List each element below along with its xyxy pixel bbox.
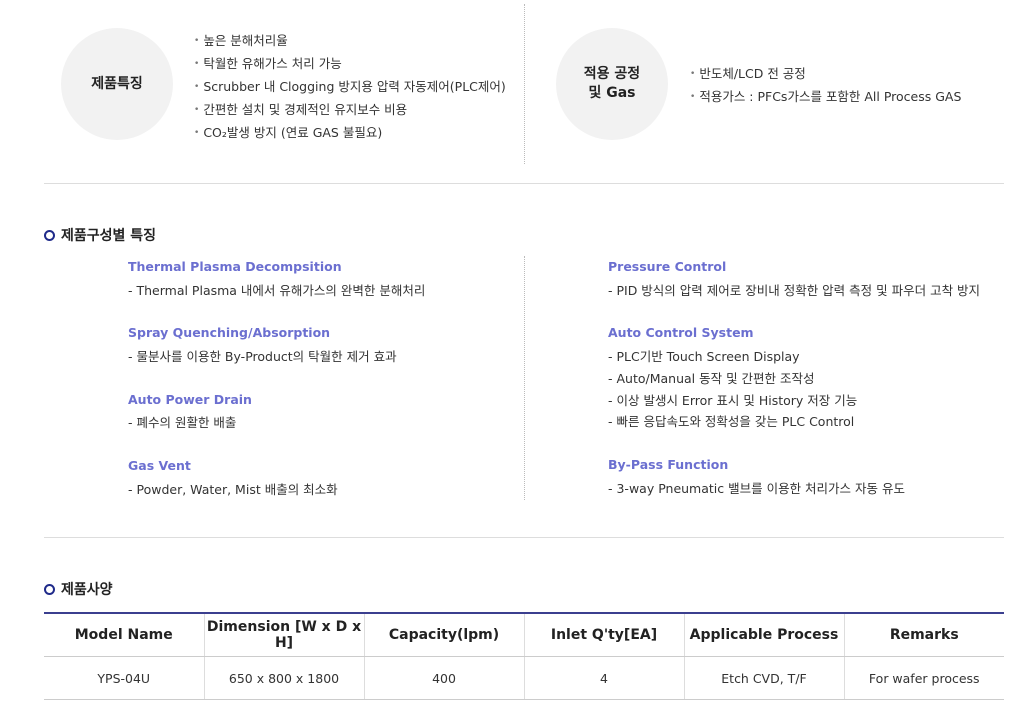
column-header: Remarks (844, 612, 1004, 657)
column-header: Capacity(lpm) (364, 612, 525, 657)
spec-table: Model Name Dimension [W x D x H] Capacit… (44, 612, 1004, 700)
section-divider (44, 183, 1004, 184)
component-title: By-Pass Function (608, 457, 729, 472)
bullet-dot-icon: • (690, 69, 696, 79)
table-header-row: Model Name Dimension [W x D x H] Capacit… (44, 612, 1004, 657)
process-label-line2: 및 Gas (588, 85, 636, 101)
feature-item: • 간편한 설치 및 경제적인 유지보수 비용 (194, 102, 408, 117)
column-header: Applicable Process (684, 612, 845, 657)
process-circle: 적용 공정 및 Gas (556, 28, 668, 140)
component-title: Gas Vent (128, 458, 191, 473)
component-desc: - PLC기반 Touch Screen Display (608, 349, 800, 364)
features-label: 제품특징 (91, 75, 143, 92)
component-title: Thermal Plasma Decompsition (128, 259, 342, 274)
bullet-dot-icon: • (194, 82, 200, 92)
table-cell: For wafer process (844, 656, 1004, 700)
component-title: Auto Power Drain (128, 392, 252, 407)
component-desc: - 이상 발생시 Error 표시 및 History 저장 기능 (608, 393, 858, 408)
feature-item: • Scrubber 내 Clogging 방지용 압력 자동제어(PLC제어) (194, 79, 506, 94)
component-title: Pressure Control (608, 259, 727, 274)
table-cell: YPS-04U (44, 656, 205, 700)
bullet-dot-icon: • (194, 105, 200, 115)
process-item: • 반도체/LCD 전 공정 (690, 66, 806, 81)
component-desc: - 3-way Pneumatic 밸브를 이용한 처리가스 자동 유도 (608, 481, 906, 496)
component-desc: - 폐수의 원활한 배출 (128, 415, 237, 430)
process-item: • 적용가스 : PFCs가스를 포함한 All Process GAS (690, 89, 962, 104)
bullet-dot-icon: • (194, 59, 200, 69)
components-heading: 제품구성별 특징 (44, 225, 156, 245)
component-desc: - PID 방식의 압력 제어로 장비내 정확한 압력 측정 및 파우더 고착 … (608, 283, 981, 298)
table-cell: 4 (524, 656, 685, 700)
component-desc: - 물분사를 이용한 By-Product의 탁월한 제거 효과 (128, 349, 397, 364)
table-cell: 650 x 800 x 1800 (204, 656, 365, 700)
ring-bullet-icon (44, 229, 55, 241)
spec-heading: 제품사양 (44, 579, 113, 599)
feature-item: • CO₂발생 방지 (연료 GAS 불필요) (194, 125, 383, 140)
feature-item: • 탁월한 유해가스 처리 가능 (194, 56, 342, 71)
component-desc: - Powder, Water, Mist 배출의 최소화 (128, 482, 338, 497)
features-circle: 제품특징 (61, 28, 173, 140)
column-header: Inlet Q'ty[EA] (524, 612, 685, 657)
process-label-line1: 적용 공정 (583, 66, 641, 82)
bullet-dot-icon: • (194, 36, 200, 46)
column-header: Model Name (44, 612, 205, 657)
section-divider (44, 537, 1004, 538)
feature-item: • 높은 분해처리율 (194, 33, 288, 48)
ring-bullet-icon (44, 583, 55, 595)
bullet-dot-icon: • (194, 128, 200, 138)
component-title: Auto Control System (608, 325, 754, 340)
component-desc: - Thermal Plasma 내에서 유해가스의 완벽한 분해처리 (128, 283, 426, 298)
bullet-dot-icon: • (690, 92, 696, 102)
column-header: Dimension [W x D x H] (204, 612, 365, 657)
table-cell: 400 (364, 656, 525, 700)
features-list: • 높은 분해처리율 • 탁월한 유해가스 처리 가능 • Scrubber 내 Cl… (194, 29, 506, 144)
components-divider (524, 256, 525, 500)
table-cell: Etch CVD, T/F (684, 656, 845, 700)
component-desc: - 빠른 응답속도와 정확성을 갖는 PLC Control (608, 414, 855, 429)
process-list: • 반도체/LCD 전 공정 • 적용가스 : PFCs가스를 포함한 All Pr… (690, 62, 961, 108)
top-divider (524, 4, 525, 164)
component-title: Spray Quenching/Absorption (128, 325, 331, 340)
table-row: YPS-04U 650 x 800 x 1800 400 4 Etch CVD,… (44, 656, 1004, 700)
component-desc: - Auto/Manual 동작 및 간편한 조작성 (608, 371, 815, 386)
